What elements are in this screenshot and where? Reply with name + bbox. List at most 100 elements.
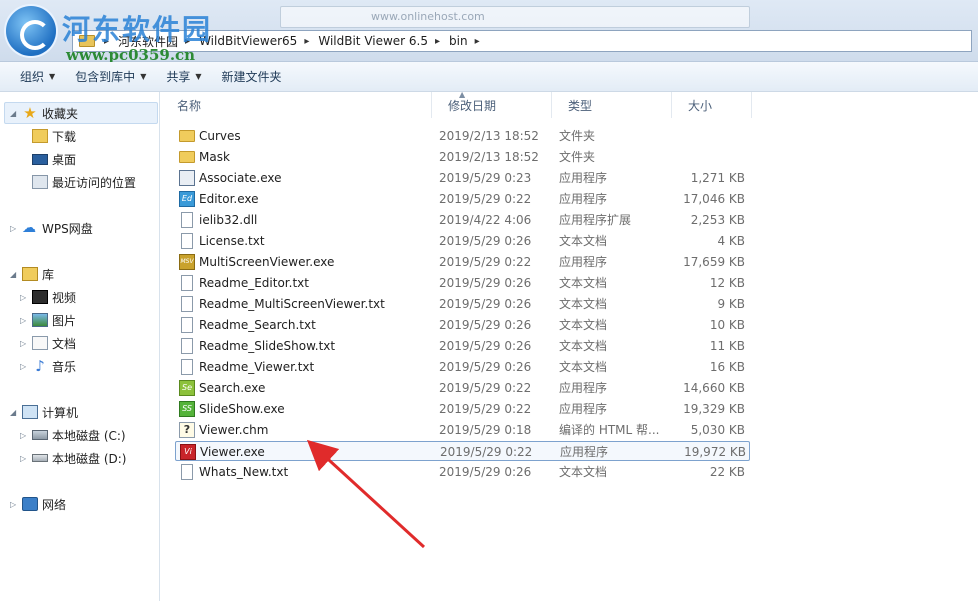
collapsed-triangle-icon[interactable]: ▷ — [20, 339, 30, 348]
column-header-name[interactable]: 名称 — [161, 92, 432, 118]
column-modified-label: 修改日期 — [448, 98, 497, 113]
collapsed-triangle-icon[interactable]: ▷ — [10, 500, 20, 509]
file-row[interactable]: Vi Viewer.exe 2019/5/29 0:22 应用程序 19,972… — [175, 441, 750, 461]
share-button[interactable]: 共享 ▼ — [156, 65, 211, 89]
file-row[interactable]: Associate.exe 2019/5/29 0:23 应用程序 1,271 … — [175, 168, 750, 188]
file-name: Whats_New.txt — [199, 465, 289, 479]
nav-videos[interactable]: ▷ 视频 — [20, 287, 76, 307]
collapsed-triangle-icon[interactable]: ▷ — [20, 454, 30, 463]
file-row[interactable]: Readme_MultiScreenViewer.txt 2019/5/29 0… — [175, 294, 750, 314]
slideshow-exe-icon: SS — [179, 401, 195, 417]
expanded-triangle-icon[interactable]: ◢ — [10, 270, 20, 279]
nav-favorites[interactable]: ◢ ★ 收藏夹 — [10, 103, 78, 123]
nav-documents[interactable]: ▷ 文档 — [20, 333, 76, 353]
nav-recent-places[interactable]: 最近访问的位置 — [30, 172, 136, 192]
nav-desktop[interactable]: 桌面 — [30, 149, 76, 169]
file-name: Readme_Editor.txt — [199, 276, 309, 290]
nav-libraries[interactable]: ◢ 库 — [10, 264, 54, 284]
chevron-right-icon[interactable]: ▸ — [432, 36, 445, 47]
file-type: 应用程序 — [559, 171, 608, 185]
file-size: 22 KB — [709, 465, 745, 479]
column-header-modified[interactable]: 修改日期 — [432, 92, 552, 118]
file-size: 17,046 KB — [683, 192, 745, 206]
file-row[interactable]: MSV MultiScreenViewer.exe 2019/5/29 0:22… — [175, 252, 750, 272]
file-size: 17,659 KB — [683, 255, 745, 269]
file-modified-date: 2019/5/29 0:22 — [440, 445, 533, 459]
collapsed-triangle-icon[interactable]: ▷ — [20, 362, 30, 371]
chevron-right-icon[interactable]: ▸ — [301, 36, 314, 47]
folder-icon — [179, 151, 195, 163]
collapsed-triangle-icon[interactable]: ▷ — [20, 431, 30, 440]
viewer-exe-icon: Vi — [180, 444, 196, 460]
dropdown-caret-icon: ▼ — [195, 72, 202, 81]
file-type: 文本文档 — [559, 465, 608, 479]
nav-downloads[interactable]: 下载 — [30, 126, 76, 146]
file-type: 应用程序 — [559, 192, 608, 206]
file-type: 文件夹 — [559, 150, 596, 164]
video-library-icon — [32, 290, 48, 304]
expanded-triangle-icon[interactable]: ◢ — [10, 408, 20, 417]
file-modified-date: 2019/2/13 18:52 — [439, 150, 539, 164]
file-row[interactable]: Readme_Editor.txt 2019/5/29 0:26 文本文档 12… — [175, 273, 750, 293]
nav-drive-d[interactable]: ▷ 本地磁盘 (D:) — [20, 448, 126, 468]
include-in-library-button[interactable]: 包含到库中 ▼ — [65, 65, 156, 89]
column-header-type[interactable]: 类型 — [552, 92, 672, 118]
file-size — [675, 147, 745, 167]
breadcrumb-wildbit-viewer-65[interactable]: WildBit Viewer 6.5 — [314, 31, 432, 51]
breadcrumb-bin[interactable]: bin — [445, 31, 472, 51]
file-name: Mask — [199, 150, 230, 164]
text-file-icon — [181, 338, 193, 354]
file-type: 文本文档 — [559, 339, 608, 353]
nav-network[interactable]: ▷ 网络 — [10, 494, 66, 514]
nav-recent-label: 最近访问的位置 — [52, 175, 137, 190]
file-row[interactable]: Readme_Search.txt 2019/5/29 0:26 文本文档 10… — [175, 315, 750, 335]
nav-music[interactable]: ▷ ♪ 音乐 — [20, 356, 76, 376]
column-size-label: 大小 — [688, 98, 713, 113]
file-name: Associate.exe — [199, 171, 282, 185]
collapsed-triangle-icon[interactable]: ▷ — [20, 316, 30, 325]
collapsed-triangle-icon[interactable]: ▷ — [10, 224, 20, 233]
file-size: 12 KB — [709, 276, 745, 290]
local-drive-icon — [32, 454, 48, 462]
nav-wps-cloud[interactable]: ▷ ☁ WPS网盘 — [10, 218, 93, 238]
file-row[interactable]: Readme_SlideShow.txt 2019/5/29 0:26 文本文档… — [175, 336, 750, 356]
file-size: 10 KB — [709, 318, 745, 332]
file-modified-date: 2019/5/29 0:22 — [439, 381, 532, 395]
recent-places-icon — [32, 175, 48, 189]
library-icon — [22, 267, 38, 281]
file-row[interactable]: Curves 2019/2/13 18:52 文件夹 — [175, 126, 750, 146]
file-row[interactable]: ? Viewer.chm 2019/5/29 0:18 编译的 HTML 帮..… — [175, 420, 750, 440]
organize-button[interactable]: 组织 ▼ — [10, 65, 65, 89]
system-drive-icon — [32, 430, 48, 440]
expanded-triangle-icon[interactable]: ◢ — [10, 109, 20, 118]
nav-downloads-label: 下载 — [52, 129, 77, 144]
file-row[interactable]: Whats_New.txt 2019/5/29 0:26 文本文档 22 KB — [175, 462, 750, 482]
dropdown-caret-icon: ▼ — [49, 72, 56, 81]
nav-pictures[interactable]: ▷ 图片 — [20, 310, 76, 330]
file-modified-date: 2019/5/29 0:26 — [439, 297, 532, 311]
file-row[interactable]: Se Search.exe 2019/5/29 0:22 应用程序 14,660… — [175, 378, 750, 398]
nav-music-label: 音乐 — [52, 359, 77, 374]
file-row[interactable]: SS SlideShow.exe 2019/5/29 0:22 应用程序 19,… — [175, 399, 750, 419]
new-folder-button[interactable]: 新建文件夹 — [212, 65, 292, 89]
msv-exe-icon: MSV — [179, 254, 195, 270]
file-type: 文本文档 — [559, 360, 608, 374]
associate-exe-icon — [179, 170, 195, 186]
file-list-pane: ▲ 名称 修改日期 类型 大小 Curves 2019/2/13 18:52 文… — [161, 90, 978, 601]
file-row[interactable]: License.txt 2019/5/29 0:26 文本文档 4 KB — [175, 231, 750, 251]
collapsed-triangle-icon[interactable]: ▷ — [20, 293, 30, 302]
file-size: 11 KB — [709, 339, 745, 353]
file-row[interactable]: Readme_Viewer.txt 2019/5/29 0:26 文本文档 16… — [175, 357, 750, 377]
file-size: 5,030 KB — [690, 423, 745, 437]
column-header-size[interactable]: 大小 — [672, 92, 752, 118]
file-row[interactable]: Ed Editor.exe 2019/5/29 0:22 应用程序 17,046… — [175, 189, 750, 209]
file-modified-date: 2019/5/29 0:22 — [439, 402, 532, 416]
file-name: Readme_Viewer.txt — [199, 360, 315, 374]
file-row[interactable]: ielib32.dll 2019/4/22 4:06 应用程序扩展 2,253 … — [175, 210, 750, 230]
column-name-label: 名称 — [177, 98, 202, 113]
nav-computer[interactable]: ◢ 计算机 — [10, 402, 78, 422]
file-row[interactable]: Mask 2019/2/13 18:52 文件夹 — [175, 147, 750, 167]
watermark-site-name: 河东软件园 — [62, 13, 213, 46]
nav-drive-c[interactable]: ▷ 本地磁盘 (C:) — [20, 425, 126, 445]
chevron-right-icon[interactable]: ▸ — [472, 36, 485, 47]
